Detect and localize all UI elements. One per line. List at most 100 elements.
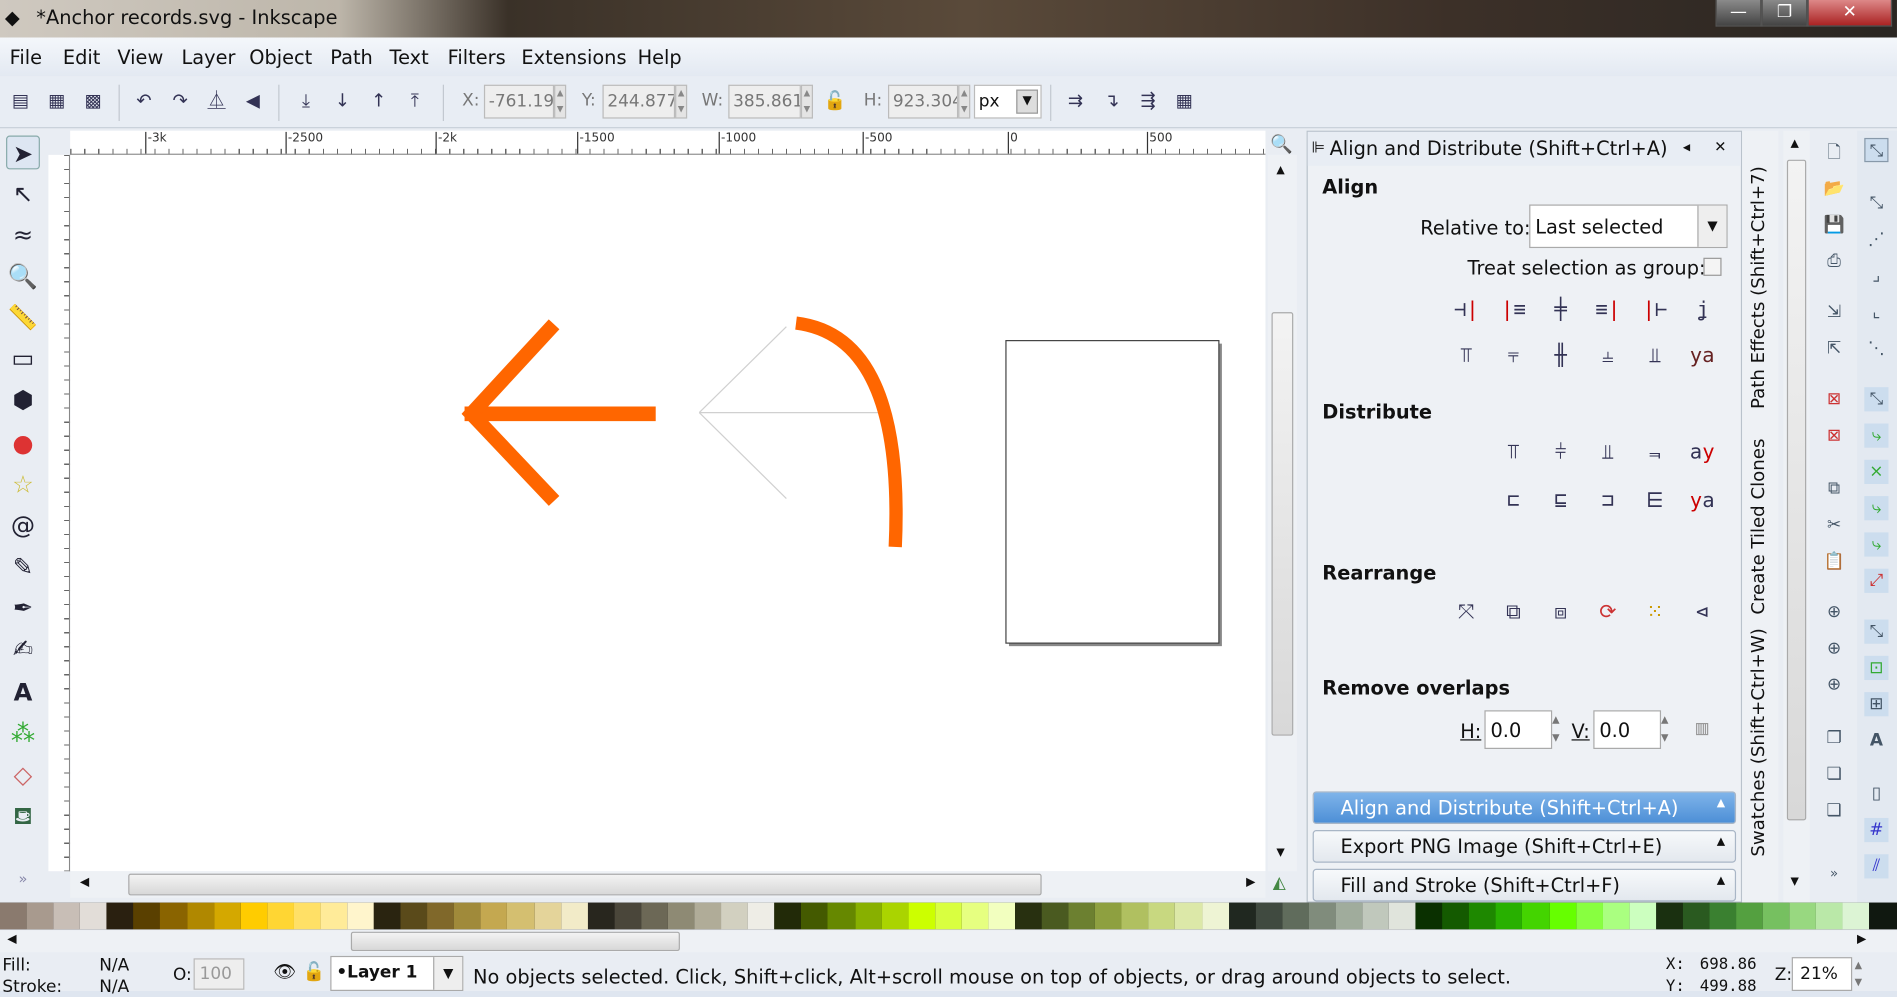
snap-centers-icon[interactable]: ⤡ xyxy=(1864,619,1889,644)
snap-guides-icon[interactable]: ⫽ xyxy=(1864,854,1889,879)
panel-tab-fill-stroke[interactable]: Fill and Stroke (Shift+Ctrl+F) ▲ xyxy=(1312,868,1737,902)
palette-swatch[interactable] xyxy=(507,902,535,930)
randomize-centers-icon[interactable]: ⁙ xyxy=(1637,594,1673,630)
distribute-centers-h-icon[interactable]: ⫩ xyxy=(1542,434,1578,470)
menu-object[interactable]: Object xyxy=(249,46,312,69)
print-icon[interactable]: ⎙ xyxy=(1822,249,1846,273)
distribute-baselines-v-icon[interactable]: ya xyxy=(1684,483,1720,519)
panel-tab-align-distribute[interactable]: Align and Distribute (Shift+Ctrl+A) ▲ xyxy=(1312,791,1737,825)
palette-swatch[interactable] xyxy=(400,902,428,930)
distribute-gaps-h-icon[interactable]: ⫬ xyxy=(1637,434,1673,470)
more-commands-icon[interactable]: » xyxy=(1822,862,1846,886)
panel-tab-export-png[interactable]: Export PNG Image (Shift+Ctrl+E) ▲ xyxy=(1312,830,1737,863)
copy-icon[interactable]: ⧉ xyxy=(1822,477,1846,501)
scroll-down-icon[interactable]: ▼ xyxy=(1791,876,1799,888)
3d-box-tool-icon[interactable]: ⬢ xyxy=(6,382,40,416)
menu-path[interactable]: Path xyxy=(330,46,373,69)
palette-swatch[interactable] xyxy=(961,902,989,930)
unclump-icon[interactable]: ⊲ xyxy=(1684,594,1720,630)
palette-swatch[interactable] xyxy=(186,902,214,930)
palette-swatch[interactable] xyxy=(1469,902,1496,930)
menu-edit[interactable]: Edit xyxy=(63,46,100,69)
transform-gradients-icon[interactable]: ⇶ xyxy=(1135,87,1162,114)
align-bottom-to-top-icon[interactable]: ⫫ xyxy=(1637,338,1673,374)
visibility-eye-icon[interactable]: 👁 xyxy=(273,961,296,983)
rotate-cw-icon[interactable]: ↷ xyxy=(167,87,194,114)
palette-swatch[interactable] xyxy=(1682,902,1710,930)
pen-tool-icon[interactable]: ✒ xyxy=(6,590,40,624)
palette-swatch[interactable] xyxy=(801,902,829,930)
paint-bucket-tool-icon[interactable]: ⛾ xyxy=(6,799,40,833)
select-all-layers-icon[interactable]: ▦ xyxy=(44,87,71,114)
node-tool-icon[interactable]: ↖ xyxy=(6,177,40,211)
palette-swatch[interactable] xyxy=(213,902,241,930)
align-top-to-bottom-icon[interactable]: ⫪ xyxy=(1448,338,1484,374)
text-tool-icon[interactable]: A xyxy=(6,675,40,709)
distribute-left-edges-icon[interactable]: ⫪ xyxy=(1495,434,1531,470)
palette-swatch[interactable] xyxy=(988,902,1015,930)
spiral-tool-icon[interactable]: @ xyxy=(6,508,40,542)
canvas[interactable] xyxy=(70,154,1266,872)
open-icon[interactable]: 📂 xyxy=(1822,177,1846,201)
palette-swatch[interactable] xyxy=(267,902,294,930)
palette-swatch[interactable] xyxy=(320,902,348,930)
palette-swatch[interactable] xyxy=(1308,902,1336,930)
menu-file[interactable]: File xyxy=(10,46,42,69)
exchange-positions-icon[interactable]: ⤧ xyxy=(1448,594,1484,630)
palette-swatch[interactable] xyxy=(160,902,187,930)
palette-swatch[interactable] xyxy=(774,902,802,930)
y-field[interactable]: 244.877 xyxy=(602,84,676,119)
snap-nodes-icon[interactable]: ⤡ xyxy=(1864,387,1889,412)
selector-tool-icon[interactable]: ➤ xyxy=(6,135,40,170)
opacity-field[interactable]: 100 xyxy=(193,958,245,990)
distribute-bottom-edges-icon[interactable]: ⊐ xyxy=(1590,483,1626,519)
palette-swatch[interactable] xyxy=(828,902,855,930)
palette-swatch[interactable] xyxy=(1602,902,1630,930)
zoom-1-1-icon[interactable]: 🔍 xyxy=(1270,133,1293,155)
center-horizontal-axis-icon[interactable]: ╫ xyxy=(1542,338,1578,374)
save-icon[interactable]: 💾 xyxy=(1822,213,1846,237)
palette-swatch[interactable] xyxy=(1362,902,1389,930)
exchange-clockwise-icon[interactable]: ⟳ xyxy=(1590,594,1626,630)
v-gap-spinner[interactable]: ▲ ▼ xyxy=(1661,710,1676,749)
palette-swatch[interactable] xyxy=(1255,902,1283,930)
exchange-by-stacking-icon[interactable]: ⧈ xyxy=(1542,594,1578,630)
snap-intersections-icon[interactable]: ⨯ xyxy=(1864,459,1889,484)
pencil-tool-icon[interactable]: ✎ xyxy=(6,549,40,583)
palette-swatch[interactable] xyxy=(1442,902,1470,930)
palette-swatch[interactable] xyxy=(1068,902,1096,930)
palette-swatch[interactable] xyxy=(1575,902,1603,930)
tab-path-effects[interactable]: Path Effects (Shift+Ctrl+7) xyxy=(1747,166,1769,409)
palette-swatch[interactable] xyxy=(1121,902,1149,930)
scale-corners-icon[interactable]: ↴ xyxy=(1098,87,1125,114)
raise-to-top-icon[interactable]: ⤒ xyxy=(402,87,429,114)
raise-icon[interactable]: ↑ xyxy=(365,87,392,114)
rotate-ccw-icon[interactable]: ↶ xyxy=(131,87,158,114)
palette-swatch[interactable] xyxy=(1282,902,1309,930)
scroll-down-icon[interactable]: ▼ xyxy=(1276,847,1284,859)
close-button[interactable]: ✕ xyxy=(1807,0,1893,27)
tab-swatches[interactable]: Swatches (Shift+Ctrl+W) xyxy=(1747,628,1769,857)
palette-swatch[interactable] xyxy=(347,902,374,930)
palette-swatch[interactable] xyxy=(721,902,748,930)
snap-bbox-edge-icon[interactable]: ⋰ xyxy=(1864,227,1888,251)
palette-swatch[interactable] xyxy=(908,902,935,930)
snap-grid-icon[interactable]: # xyxy=(1864,817,1889,843)
lock-icon[interactable]: 🔓 xyxy=(821,87,848,114)
palette-swatch[interactable] xyxy=(587,902,615,930)
scroll-up-icon[interactable]: ▲ xyxy=(1276,165,1284,177)
palette-swatch[interactable] xyxy=(560,902,588,930)
dock-scrollbar[interactable]: ▲ ▼ xyxy=(1783,130,1810,903)
tweak-tool-icon[interactable]: ≈ xyxy=(6,218,40,252)
palette-swatch[interactable] xyxy=(854,902,882,930)
menu-view[interactable]: View xyxy=(117,46,163,69)
palette-swatch[interactable] xyxy=(1816,902,1843,930)
ellipse-tool-icon[interactable]: ● xyxy=(6,426,40,460)
zoom-drawing-icon[interactable]: ⊕ xyxy=(1822,636,1846,660)
palette-swatch[interactable] xyxy=(1148,902,1176,930)
eraser-tool-icon[interactable]: ◇ xyxy=(6,757,40,791)
clone-icon[interactable]: ❏ xyxy=(1822,762,1846,786)
palette-swatch[interactable] xyxy=(293,902,321,930)
palette-swatch[interactable] xyxy=(1842,902,1870,930)
menu-filters[interactable]: Filters xyxy=(448,46,506,69)
